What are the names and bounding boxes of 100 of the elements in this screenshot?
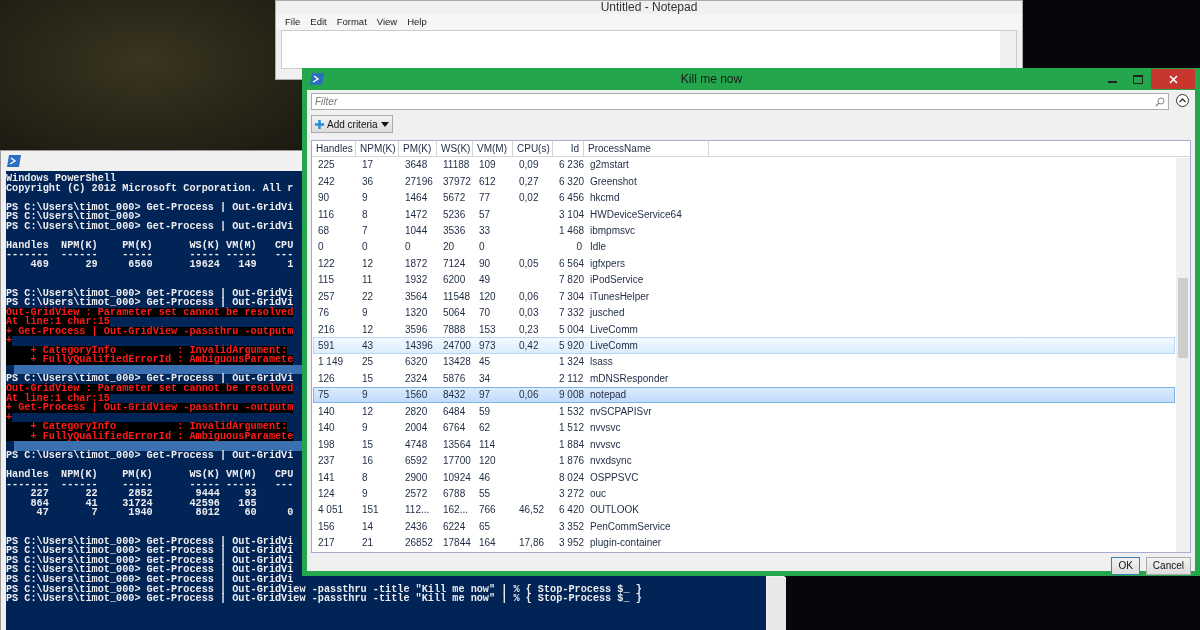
column-header[interactable]: CPU(s) bbox=[513, 140, 553, 156]
table-cell-text: plugin-container bbox=[589, 536, 663, 551]
table-cell-text: 112... bbox=[404, 503, 431, 518]
close-button[interactable] bbox=[1151, 69, 1195, 89]
menu-item[interactable]: Edit bbox=[305, 14, 332, 30]
table-cell-text: 9 bbox=[361, 191, 369, 206]
table-cell-text: 68 bbox=[317, 223, 331, 238]
table-cell-text: 0 bbox=[575, 240, 583, 255]
table-cell-text: 0,23 bbox=[518, 322, 540, 337]
console-line: PS C:\Users\timot_000> Get-Process | Out-GridVi bbox=[6, 546, 294, 556]
table-cell-text: 6 564 bbox=[558, 256, 586, 271]
table-row[interactable]: 122 12 1872 7124 90 0,05 6 564 igfxpers bbox=[313, 255, 1175, 272]
table-row[interactable]: 591 43 14396 24700 973 0,42 5 920 LiveComm bbox=[313, 337, 1175, 354]
text-area[interactable] bbox=[281, 30, 1017, 69]
table-cell-text: 12 bbox=[361, 404, 375, 419]
table-cell-text: 2004 bbox=[404, 421, 429, 436]
menu-item[interactable]: View bbox=[371, 14, 403, 30]
table-row[interactable]: 141 8 2900 10924 46 8 024 OSPPSVC bbox=[313, 468, 1175, 486]
console-line: PS C:\Users\timot_000> Get-Process | Out-GridVi bbox=[6, 298, 294, 308]
table-row[interactable]: 140 9 2004 6764 62 1 512 nvvsvc bbox=[313, 419, 1175, 436]
table-row[interactable]: 126 15 2324 5876 34 2 112 mDNSResponder bbox=[313, 370, 1175, 387]
table-cell-text: 591 bbox=[317, 339, 336, 354]
cancel-button[interactable]: Cancel bbox=[1145, 556, 1191, 575]
table-cell-text: 126 bbox=[317, 371, 336, 386]
table-cell-text: 1932 bbox=[404, 273, 429, 288]
table-row[interactable]: 76 9 1320 5064 70 0,03 7 332 jusched bbox=[313, 304, 1175, 321]
table-cell-text: ouc bbox=[589, 486, 608, 501]
table-cell-text: 1 884 bbox=[558, 437, 586, 452]
table-cell-text: 13564 bbox=[442, 437, 472, 452]
table-row[interactable]: 115 11 1932 6200 49 7 820 iPodService bbox=[313, 271, 1175, 288]
table-row[interactable]: 124 9 2572 6788 55 3 272 ouc bbox=[313, 485, 1175, 502]
table-cell-text: 90 bbox=[478, 256, 492, 271]
table-row[interactable]: 216 12 3596 7888 153 0,23 5 004 LiveComm bbox=[313, 320, 1175, 338]
column-header[interactable]: Id bbox=[553, 140, 584, 156]
table-row[interactable]: 257 22 3564 11548 120 0,06 7 304 iTunesHelper bbox=[313, 288, 1175, 305]
column-header[interactable]: PM(K) bbox=[399, 140, 437, 156]
table-row[interactable]: 75 9 1560 8432 97 0,06 9 008 notepad bbox=[313, 386, 1175, 404]
column-header[interactable]: VM(M) bbox=[473, 140, 513, 156]
table-cell-text: 0,06 bbox=[518, 388, 540, 403]
table-row[interactable]: 217 21 26852 17844 164 17,86 3 952 plugin-container bbox=[313, 534, 1175, 551]
table-cell-text: 43 bbox=[361, 339, 375, 354]
table-row[interactable]: 116 8 1472 5236 57 3 104 HWDeviceService64 bbox=[313, 205, 1175, 223]
table-cell-text: 8 bbox=[361, 207, 369, 222]
table-cell-text: 17700 bbox=[442, 454, 472, 469]
menu-item[interactable]: Format bbox=[331, 14, 372, 30]
table-row[interactable]: 90 9 1464 5672 77 0,02 6 456 hkcmd bbox=[313, 189, 1175, 206]
table-cell-text: 9 bbox=[361, 306, 369, 321]
table-row[interactable]: 0 0 0 20 0 0 Idle bbox=[313, 238, 1175, 256]
menu-item[interactable]: Help bbox=[402, 14, 432, 30]
table-cell-text: 1 149 bbox=[317, 355, 345, 370]
table-cell-text: 217 bbox=[317, 536, 336, 551]
table-cell-text: jusched bbox=[588, 306, 626, 321]
table-row[interactable]: 68 7 1044 3536 33 1 468 ibmpmsvc bbox=[313, 222, 1175, 239]
column-header[interactable]: NPM(K) bbox=[356, 140, 399, 156]
collapse-icon[interactable] bbox=[1176, 94, 1189, 107]
table-cell-text: 45 bbox=[478, 355, 492, 370]
table-cell-text: 973 bbox=[478, 339, 497, 354]
table-cell-text: 62 bbox=[478, 421, 492, 436]
table-row[interactable]: 198 15 4748 13564 114 1 884 nvvsvc bbox=[313, 435, 1175, 453]
table-cell-text: 0 bbox=[361, 240, 369, 255]
table-cell-text: 3 952 bbox=[558, 536, 586, 551]
table-cell-text: 612 bbox=[478, 174, 497, 189]
console-line: 47 7 1940 8012 60 0 bbox=[35, 508, 294, 518]
table-cell-text: 1872 bbox=[404, 256, 429, 271]
table-cell-text: 2820 bbox=[404, 404, 429, 419]
filter-field[interactable]: Filter bbox=[311, 93, 1169, 110]
minimize-icon bbox=[1107, 81, 1117, 83]
powershell-icon bbox=[310, 73, 324, 85]
scrollbar[interactable] bbox=[1000, 31, 1016, 68]
scrollbar[interactable] bbox=[1176, 157, 1190, 552]
table-row[interactable]: 140 12 2820 6484 59 1 532 nvSCPAPISvr bbox=[313, 403, 1175, 420]
table-row[interactable]: 242 36 27196 37972 612 0,27 6 320 Greenshot bbox=[313, 172, 1175, 190]
scrollbar[interactable] bbox=[767, 577, 786, 630]
column-header[interactable]: ProcessName bbox=[584, 140, 709, 156]
table-cell-text: 7 304 bbox=[558, 289, 586, 304]
table-row[interactable]: 1 149 25 6320 13428 45 1 324 lsass bbox=[313, 353, 1175, 371]
table-row[interactable]: 237 16 6592 17700 120 1 876 nvxdsync bbox=[313, 452, 1175, 469]
table-row[interactable]: 225 17 3648 11188 109 0,09 6 236 g2mstart bbox=[313, 156, 1175, 173]
table-cell-text: 76 bbox=[317, 306, 331, 321]
console-line: Windows PowerShell bbox=[6, 174, 117, 184]
table-row[interactable]: 156 14 2436 6224 65 3 352 PenCommService bbox=[313, 518, 1175, 535]
menu-item[interactable]: File bbox=[280, 14, 306, 30]
table-cell-text: 6320 bbox=[404, 355, 429, 370]
table-row[interactable]: 4 051 151 112... 162... 766 46,52 6 420 OUTLOOK bbox=[313, 501, 1175, 519]
table-cell-text: 7124 bbox=[442, 256, 467, 271]
console-line: PS C:\Users\timot_000> Get-Process | Out-GridVi bbox=[6, 202, 294, 213]
table-cell-text: 6484 bbox=[442, 404, 467, 419]
ok-button[interactable]: OK bbox=[1111, 556, 1140, 575]
table-cell-text: nvvsvc bbox=[589, 437, 622, 452]
add-criteria-button[interactable]: Add criteria bbox=[311, 115, 393, 133]
table-cell-text: 0 bbox=[317, 240, 325, 255]
table-cell-text: 7888 bbox=[442, 322, 467, 337]
table-cell-text: 6 456 bbox=[558, 191, 586, 206]
column-header[interactable]: Handles bbox=[312, 140, 356, 156]
table-cell-text: 3 272 bbox=[558, 486, 586, 501]
console-line: ------- ------ ----- ----- ----- --- bbox=[6, 479, 294, 490]
console-line: 864 41 31724 42596 165 bbox=[29, 498, 257, 509]
table-cell-text: 55 bbox=[478, 486, 492, 501]
scrollbar-thumb[interactable] bbox=[1178, 277, 1188, 358]
column-header[interactable]: WS(K) bbox=[437, 140, 473, 156]
